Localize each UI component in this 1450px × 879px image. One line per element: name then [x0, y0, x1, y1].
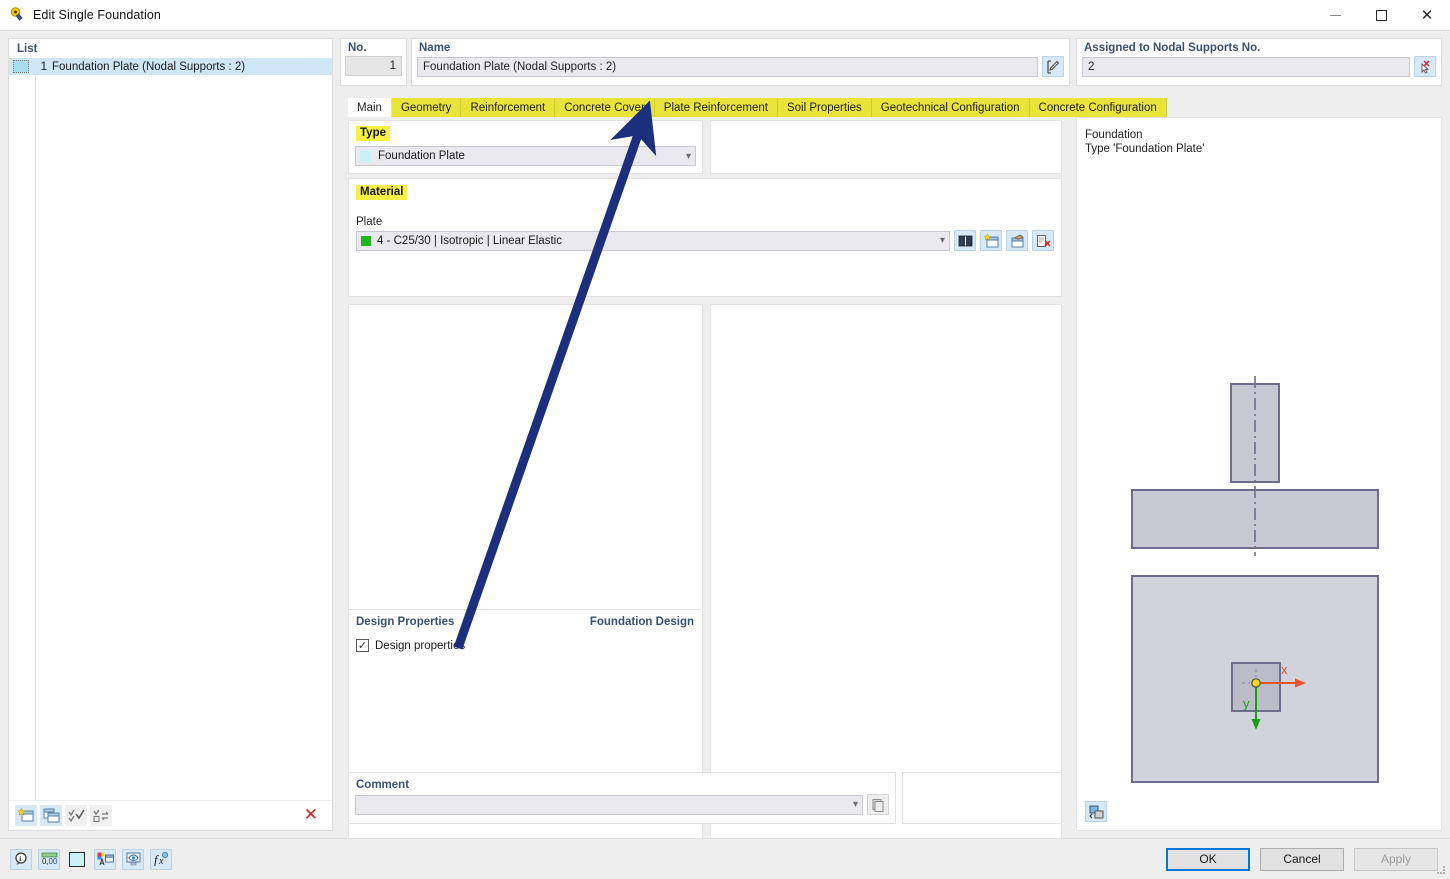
svg-text:y: y	[1243, 696, 1250, 711]
preview-caption-line2: Type 'Foundation Plate'	[1085, 143, 1205, 155]
copy-comment-icon[interactable]	[867, 794, 889, 815]
tab-strip: Main Geometry Reinforcement Concrete Cov…	[348, 98, 1167, 117]
minimize-button[interactable]	[1312, 0, 1358, 31]
formula-icon[interactable]: f x	[150, 848, 172, 870]
window-title: Edit Single Foundation	[33, 8, 161, 22]
copy-item-button[interactable]	[40, 805, 62, 826]
cancel-button[interactable]: Cancel	[1260, 847, 1344, 871]
number-input[interactable]: 1	[345, 56, 402, 76]
import-material-icon[interactable]	[1006, 230, 1028, 251]
ok-button[interactable]: OK	[1166, 847, 1250, 871]
title-bar: Edit Single Foundation ✕	[0, 0, 1450, 31]
window-controls: ✕	[1312, 0, 1450, 31]
new-material-star-icon[interactable]	[980, 230, 1002, 251]
design-properties-checkbox-label: Design properties	[375, 639, 466, 652]
list-body: 1 Foundation Plate (Nodal Supports : 2)	[9, 58, 332, 800]
type-section-label: Type	[356, 126, 390, 141]
number-format-icon[interactable]: 0, 00	[38, 848, 60, 870]
new-item-button[interactable]	[15, 805, 37, 826]
list-item-color-swatch	[13, 60, 29, 73]
list-panel-header: List	[17, 43, 38, 55]
tab-geotechnical-configuration[interactable]: Geotechnical Configuration	[871, 98, 1030, 117]
design-properties-checkbox[interactable]: ✓ Design properties	[356, 639, 702, 652]
invert-selection-button[interactable]	[90, 805, 112, 826]
design-properties-heading: Design Properties	[356, 616, 455, 628]
material-card: Material Plate 4 - C25/30 | Isotropic | …	[348, 178, 1062, 297]
preview-toolbar	[1085, 801, 1107, 822]
list-item[interactable]: 1 Foundation Plate (Nodal Supports : 2)	[9, 58, 332, 75]
tab-plate-reinforcement[interactable]: Plate Reinforcement	[654, 98, 778, 117]
list-toolbar: ✕	[9, 800, 332, 830]
type-select-value: Foundation Plate	[378, 150, 465, 162]
foundation-drawing: x y	[1077, 236, 1441, 796]
edit-pencil-icon[interactable]	[1042, 56, 1064, 77]
type-aux-card	[710, 120, 1062, 174]
comment-aux-card	[902, 772, 1062, 824]
book-library-icon[interactable]	[954, 230, 976, 251]
assigned-nodal-supports-group: Assigned to Nodal Supports No. 2	[1076, 38, 1442, 86]
render-settings-icon[interactable]	[1085, 801, 1107, 822]
name-field-group: Name Foundation Plate (Nodal Supports : …	[411, 38, 1070, 86]
list-panel: List 1 Foundation Plate (Nodal Supports …	[8, 38, 333, 831]
material-section-label: Material	[356, 185, 408, 200]
comment-card: Comment ▾	[348, 772, 896, 824]
plate-label: Plate	[356, 216, 383, 228]
info-help-icon[interactable]: i	[10, 848, 32, 870]
chevron-down-icon: ▾	[939, 235, 945, 246]
name-input[interactable]: Foundation Plate (Nodal Supports : 2)	[417, 56, 1038, 77]
dialog-buttons: OK Cancel Apply	[1166, 847, 1438, 871]
checkmark-icon: ✓	[356, 639, 369, 652]
color-swatch-icon[interactable]	[66, 849, 88, 870]
number-field-group: No. 1	[340, 38, 407, 86]
close-button[interactable]: ✕	[1404, 0, 1450, 31]
number-field-label: No.	[348, 42, 367, 54]
tab-concrete-configuration[interactable]: Concrete Configuration	[1029, 98, 1167, 117]
display-properties-icon[interactable]	[94, 848, 116, 870]
svg-text:i: i	[19, 854, 21, 863]
tab-reinforcement[interactable]: Reinforcement	[461, 98, 556, 117]
apply-button: Apply	[1354, 847, 1438, 871]
app-icon	[9, 7, 25, 23]
maximize-button[interactable]	[1358, 0, 1404, 31]
preview-caption-line1: Foundation	[1085, 129, 1143, 141]
list-column-divider	[35, 58, 36, 800]
assigned-field-label: Assigned to Nodal Supports No.	[1084, 42, 1261, 54]
status-bar-icons: i 0, 00 f x	[10, 848, 172, 870]
main-tab-content: Type Foundation Plate ▾ Material Plate 4…	[340, 117, 1070, 879]
foundation-design-heading: Foundation Design	[589, 616, 694, 628]
resize-grip[interactable]	[1435, 864, 1447, 876]
chevron-down-icon: ▾	[852, 799, 858, 810]
tab-main[interactable]: Main	[348, 98, 392, 117]
material-color-swatch	[361, 235, 371, 246]
plate-material-select[interactable]: 4 - C25/30 | Isotropic | Linear Elastic …	[356, 230, 950, 251]
name-field-label: Name	[419, 42, 451, 54]
view-settings-icon[interactable]	[122, 848, 144, 870]
plate-material-value: 4 - C25/30 | Isotropic | Linear Elastic	[377, 234, 562, 247]
comment-label: Comment	[356, 779, 410, 791]
type-color-swatch	[360, 150, 371, 162]
select-all-button[interactable]	[65, 805, 87, 826]
svg-text:x: x	[158, 856, 164, 866]
type-card: Type Foundation Plate ▾	[348, 120, 703, 174]
preview-caption: Foundation Type 'Foundation Plate'	[1077, 118, 1441, 156]
delete-item-button[interactable]: ✕	[304, 807, 326, 824]
comment-input[interactable]: ▾	[355, 794, 863, 815]
type-select[interactable]: Foundation Plate ▾	[355, 146, 696, 166]
tab-soil-properties[interactable]: Soil Properties	[777, 98, 872, 117]
list-item-label: Foundation Plate (Nodal Supports : 2)	[52, 60, 246, 73]
list-item-number: 1	[40, 60, 47, 73]
svg-text:00: 00	[48, 857, 57, 866]
svg-text:x: x	[1281, 662, 1288, 677]
preview-panel: Foundation Type 'Foundation Plate' x y	[1076, 117, 1442, 831]
delete-material-icon[interactable]	[1032, 230, 1054, 251]
tab-geometry[interactable]: Geometry	[391, 98, 462, 117]
pick-with-cursor-icon[interactable]	[1414, 56, 1436, 77]
bottom-bar: i 0, 00 f x OK Cancel Apply	[0, 838, 1450, 879]
tab-concrete-cover[interactable]: Concrete Cover	[555, 98, 655, 117]
edit-single-foundation-dialog: Edit Single Foundation ✕ List 1 Foundati…	[0, 0, 1450, 879]
assigned-nodal-supports-input[interactable]: 2	[1082, 56, 1410, 77]
chevron-down-icon: ▾	[685, 150, 691, 162]
